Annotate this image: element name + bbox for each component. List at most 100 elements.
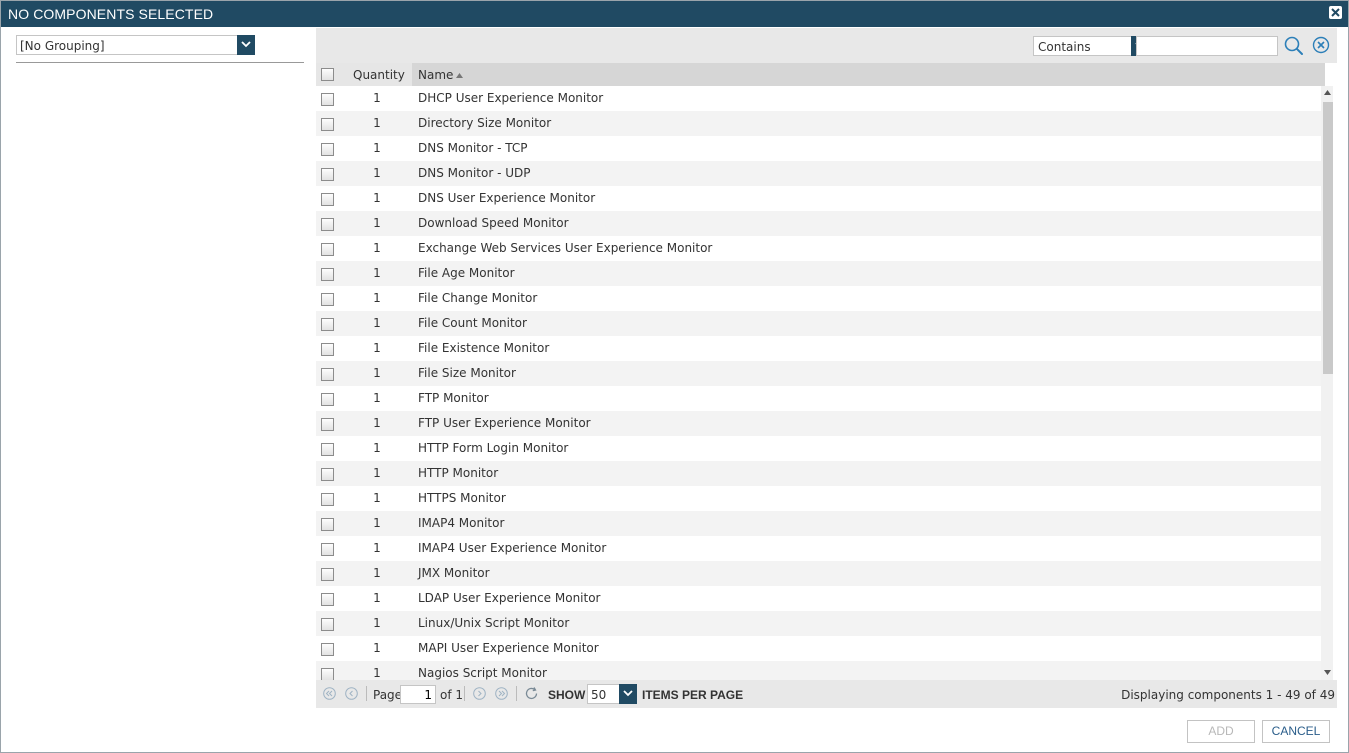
row-checkbox[interactable] xyxy=(321,368,334,381)
row-quantity: 1 xyxy=(373,491,381,505)
pagination-bar: Page of 1 SHOW 50 xyxy=(316,680,1337,708)
table-row[interactable]: 1 File Age Monitor xyxy=(316,261,1321,286)
table-row[interactable]: 1 JMX Monitor xyxy=(316,561,1321,586)
row-quantity: 1 xyxy=(373,466,381,480)
row-quantity: 1 xyxy=(373,416,381,430)
add-button[interactable]: ADD xyxy=(1187,720,1255,743)
row-checkbox-cell xyxy=(321,518,334,531)
row-checkbox[interactable] xyxy=(321,493,334,506)
table-row[interactable]: 1 HTTP Form Login Monitor xyxy=(316,436,1321,461)
row-checkbox[interactable] xyxy=(321,418,334,431)
row-checkbox[interactable] xyxy=(321,643,334,656)
items-per-page-select[interactable]: 50 xyxy=(587,684,637,704)
vertical-scrollbar[interactable] xyxy=(1321,86,1333,680)
row-checkbox[interactable] xyxy=(321,243,334,256)
row-checkbox[interactable] xyxy=(321,468,334,481)
table-row[interactable]: 1 Linux/Unix Script Monitor xyxy=(316,611,1321,636)
table-row[interactable]: 1 Download Speed Monitor xyxy=(316,211,1321,236)
pager-separator xyxy=(366,686,367,701)
row-checkbox[interactable] xyxy=(321,568,334,581)
row-quantity: 1 xyxy=(373,116,381,130)
search-icon[interactable] xyxy=(1284,36,1304,56)
row-component-name: DHCP User Experience Monitor xyxy=(418,91,604,105)
table-row[interactable]: 1 File Change Monitor xyxy=(316,286,1321,311)
row-quantity: 1 xyxy=(373,266,381,280)
page-number-input[interactable] xyxy=(400,685,436,704)
table-row[interactable]: 1 HTTPS Monitor xyxy=(316,486,1321,511)
table-row[interactable]: 1 DNS User Experience Monitor xyxy=(316,186,1321,211)
table-row[interactable]: 1 MAPI User Experience Monitor xyxy=(316,636,1321,661)
row-checkbox-cell xyxy=(321,593,334,606)
scroll-down-icon[interactable] xyxy=(1324,670,1331,675)
grouping-dropdown-button[interactable] xyxy=(237,35,255,55)
table-row[interactable]: 1 File Count Monitor xyxy=(316,311,1321,336)
left-panel-divider xyxy=(16,62,304,63)
prev-page-icon[interactable] xyxy=(345,687,358,700)
row-checkbox-cell xyxy=(321,418,334,431)
row-checkbox[interactable] xyxy=(321,118,334,131)
select-all-checkbox[interactable] xyxy=(321,68,334,81)
table-row[interactable]: 1 DHCP User Experience Monitor xyxy=(316,86,1321,111)
scroll-up-icon[interactable] xyxy=(1324,90,1331,95)
refresh-icon[interactable] xyxy=(524,686,539,701)
row-checkbox[interactable] xyxy=(321,668,334,680)
column-header-quantity[interactable]: Quantity xyxy=(353,68,405,82)
table-row[interactable]: 1 Exchange Web Services User Experience M… xyxy=(316,236,1321,261)
cancel-button[interactable]: CANCEL xyxy=(1262,720,1330,743)
row-checkbox[interactable] xyxy=(321,593,334,606)
pager-separator xyxy=(464,686,465,701)
clear-circle-icon[interactable] xyxy=(1312,36,1330,54)
row-checkbox[interactable] xyxy=(321,618,334,631)
table-row[interactable]: 1 LDAP User Experience Monitor xyxy=(316,586,1321,611)
dialog-titlebar: NO COMPONENTS SELECTED xyxy=(1,1,1348,27)
row-checkbox[interactable] xyxy=(321,293,334,306)
row-checkbox-cell xyxy=(321,268,334,281)
row-checkbox[interactable] xyxy=(321,93,334,106)
row-checkbox-cell xyxy=(321,443,334,456)
table-row[interactable]: 1 IMAP4 Monitor xyxy=(316,511,1321,536)
row-checkbox[interactable] xyxy=(321,193,334,206)
row-quantity: 1 xyxy=(373,366,381,380)
row-checkbox[interactable] xyxy=(321,518,334,531)
column-header-name-cell[interactable]: Name xyxy=(412,63,1325,86)
row-checkbox[interactable] xyxy=(321,218,334,231)
scrollbar-thumb[interactable] xyxy=(1323,102,1333,374)
row-checkbox[interactable] xyxy=(321,318,334,331)
table-row[interactable]: 1 DNS Monitor - TCP xyxy=(316,136,1321,161)
row-component-name: Download Speed Monitor xyxy=(418,216,569,230)
row-checkbox[interactable] xyxy=(321,443,334,456)
items-per-page-dropdown-button[interactable] xyxy=(619,684,637,704)
grouping-select[interactable]: [No Grouping] xyxy=(16,35,255,55)
table-row[interactable]: 1 Directory Size Monitor xyxy=(316,111,1321,136)
row-component-name: IMAP4 User Experience Monitor xyxy=(418,541,607,555)
close-button[interactable] xyxy=(1329,6,1342,19)
row-checkbox[interactable] xyxy=(321,543,334,556)
row-checkbox[interactable] xyxy=(321,143,334,156)
select-all-checkbox-cell xyxy=(321,68,334,81)
last-page-icon[interactable] xyxy=(495,687,508,700)
table-row[interactable]: 1 HTTP Monitor xyxy=(316,461,1321,486)
row-component-name: HTTPS Monitor xyxy=(418,491,506,505)
row-checkbox[interactable] xyxy=(321,393,334,406)
table-row[interactable]: 1 IMAP4 User Experience Monitor xyxy=(316,536,1321,561)
table-row[interactable]: 1 Nagios Script Monitor xyxy=(316,661,1321,680)
row-component-name: DNS Monitor - TCP xyxy=(418,141,528,155)
table-row[interactable]: 1 FTP Monitor xyxy=(316,386,1321,411)
row-checkbox-cell xyxy=(321,293,334,306)
table-row[interactable]: 1 File Size Monitor xyxy=(316,361,1321,386)
table-row[interactable]: 1 DNS Monitor - UDP xyxy=(316,161,1321,186)
first-page-icon[interactable] xyxy=(323,687,336,700)
row-quantity: 1 xyxy=(373,91,381,105)
search-input[interactable] xyxy=(1136,36,1278,56)
next-page-icon[interactable] xyxy=(473,687,486,700)
row-checkbox-cell xyxy=(321,218,334,231)
row-checkbox[interactable] xyxy=(321,343,334,356)
filter-mode-select[interactable]: Contains xyxy=(1033,36,1149,56)
chevron-down-icon xyxy=(623,690,633,697)
row-checkbox[interactable] xyxy=(321,168,334,181)
table-row[interactable]: 1 FTP User Experience Monitor xyxy=(316,411,1321,436)
row-checkbox[interactable] xyxy=(321,268,334,281)
filter-mode-value: Contains xyxy=(1038,40,1091,54)
row-checkbox-cell xyxy=(321,193,334,206)
table-row[interactable]: 1 File Existence Monitor xyxy=(316,336,1321,361)
